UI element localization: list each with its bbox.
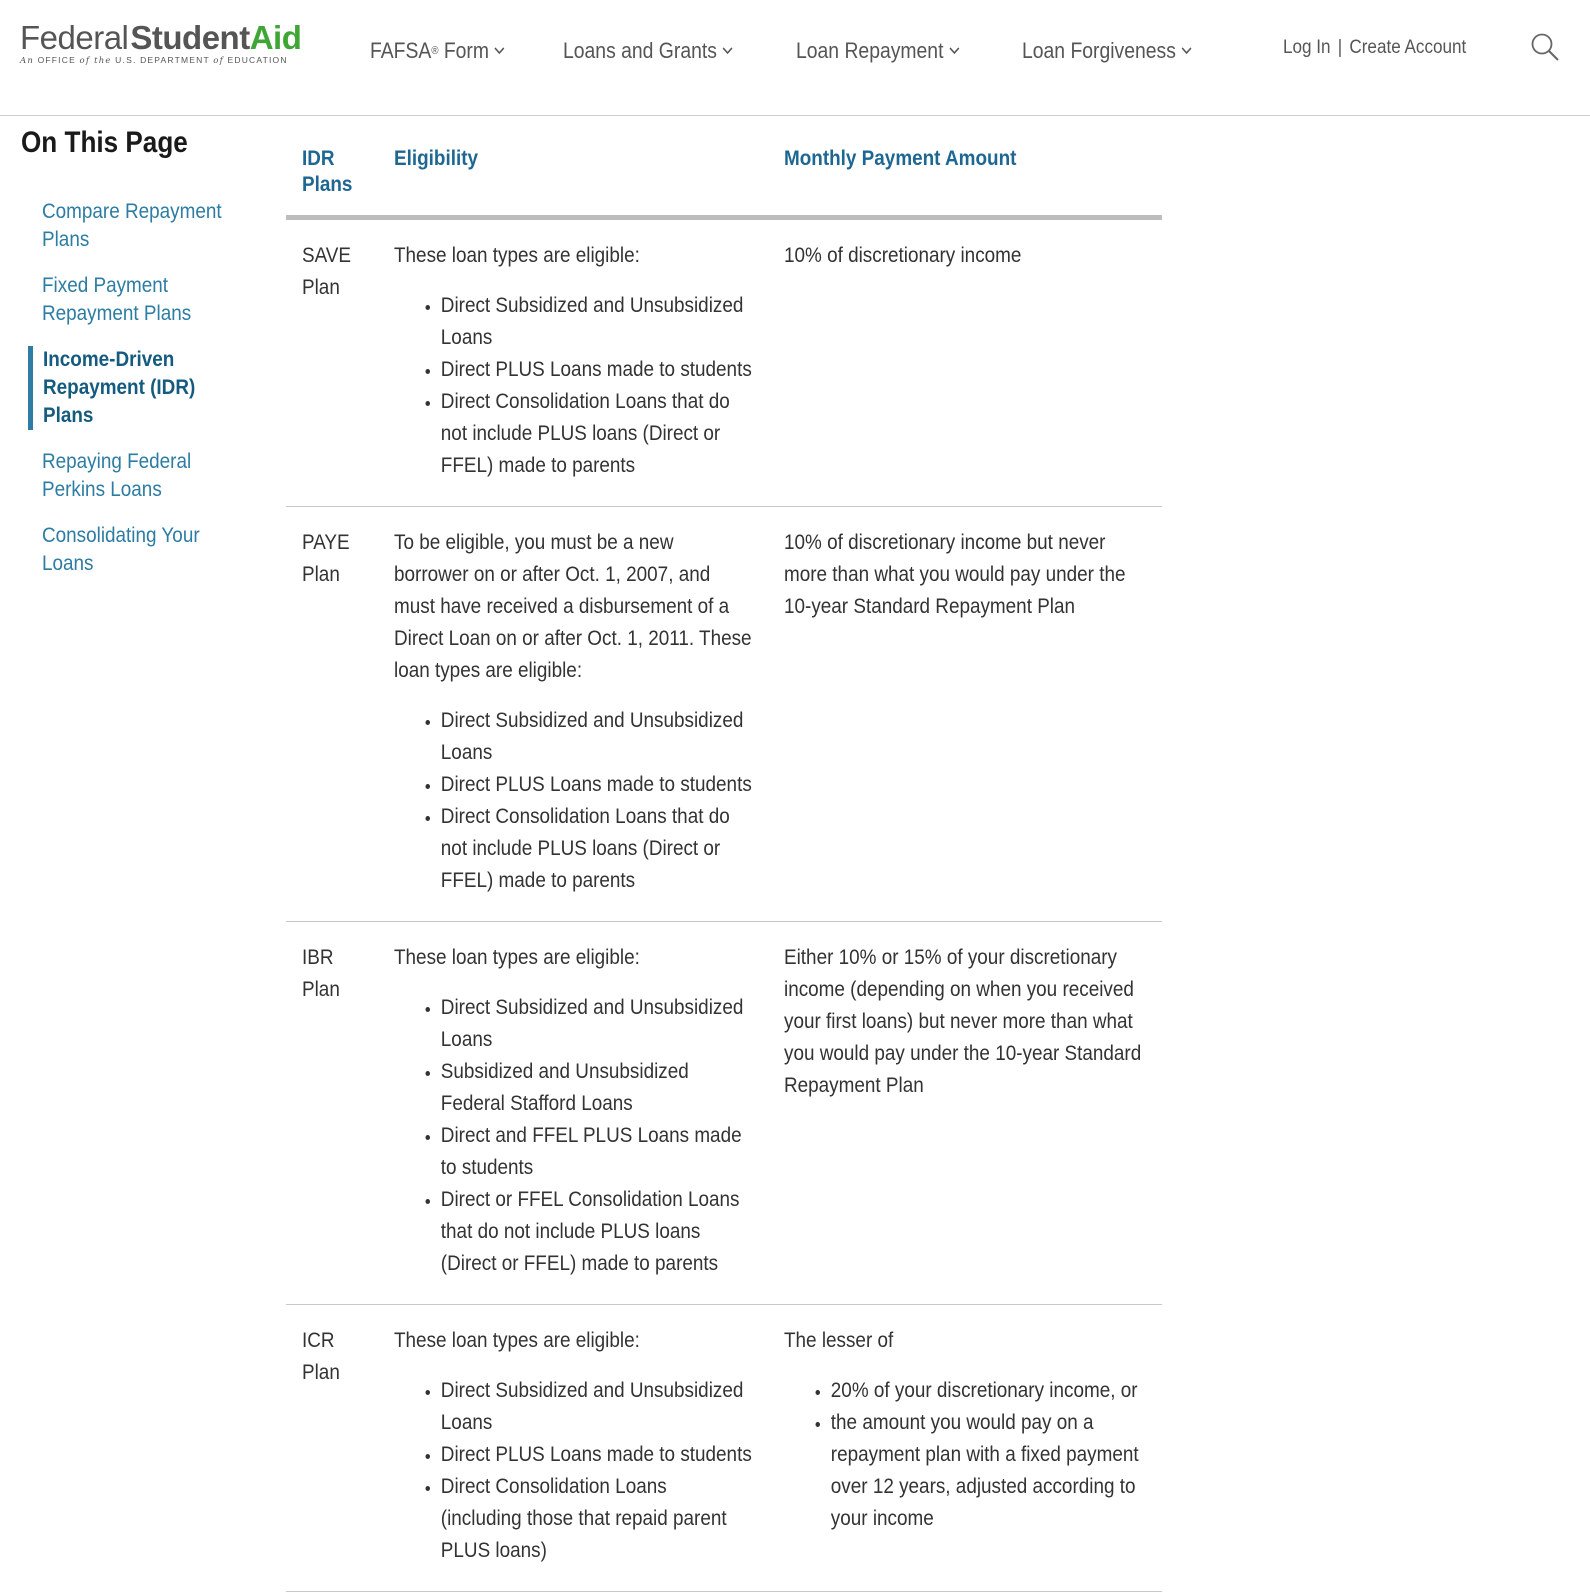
sidebar-item-consolidating-loans[interactable]: Consolidating Your Loans <box>21 522 251 578</box>
federal-student-aid-logo[interactable]: FederalStudentAid An OFFICE of the U.S. … <box>20 19 302 67</box>
list-item: Direct Consolidation Loans (including th… <box>441 1471 752 1567</box>
sidebar-item-perkins-loans[interactable]: Repaying Federal Perkins Loans <box>21 448 251 504</box>
sidebar-item-fixed-payment-plans[interactable]: Fixed Payment Repayment Plans <box>21 272 251 328</box>
list-item: Subsidized and Unsubsidized Federal Staf… <box>441 1056 752 1120</box>
auth-links: Log In | Create Account <box>1283 37 1466 59</box>
eligibility-cell: These loan types are eligible: Direct Su… <box>378 921 769 1305</box>
eligibility-intro: To be eligible, you must be a new borrow… <box>394 531 752 682</box>
sidebar-item-compare-repayment-plans[interactable]: Compare Repayment Plans <box>21 198 251 254</box>
nav-fafsa-form[interactable]: FAFSA ® Form <box>370 38 505 64</box>
eligibility-intro: These loan types are eligible: <box>394 244 640 267</box>
table-header-row: IDR Plans Eligibility Monthly Payment Am… <box>286 130 1162 220</box>
eligibility-list: Direct Subsidized and Unsubsidized Loans… <box>394 290 752 482</box>
logo-tagline: An OFFICE of the U.S. DEPARTMENT of EDUC… <box>20 55 288 66</box>
payment-cell: Either 10% or 15% of your discretionary … <box>768 921 1162 1305</box>
sidebar-list: Compare Repayment Plans Fixed Payment Re… <box>21 198 251 578</box>
on-this-page-sidebar: On This Page Compare Repayment Plans Fix… <box>21 126 251 596</box>
list-item: Direct Consolidation Loans that do not i… <box>441 386 752 482</box>
create-account-link[interactable]: Create Account <box>1349 37 1466 58</box>
list-item: Direct PLUS Loans made to students <box>441 1439 752 1471</box>
plan-cell: SAVE Plan <box>286 217 378 507</box>
list-item: Direct PLUS Loans made to students <box>441 769 752 801</box>
list-item: Direct or FFEL Consolidation Loans that … <box>441 1184 752 1280</box>
eligibility-cell: These loan types are eligible: Direct Su… <box>378 217 769 507</box>
idr-plans-table-container: IDR Plans Eligibility Monthly Payment Am… <box>286 130 1460 1592</box>
eligibility-cell: To be eligible, you must be a new borrow… <box>378 506 769 922</box>
list-item: Direct PLUS Loans made to students <box>441 354 752 386</box>
eligibility-cell: These loan types are eligible: Direct Su… <box>378 1304 769 1592</box>
logo-federal: Federal <box>20 19 129 56</box>
chevron-down-icon <box>494 47 505 55</box>
payment-cell: 10% of discretionary income but never mo… <box>768 506 1162 922</box>
eligibility-list: Direct Subsidized and Unsubsidized Loans… <box>394 1375 752 1567</box>
sidebar-title: On This Page <box>21 126 188 159</box>
table-row: IBR Plan These loan types are eligible: … <box>286 921 1162 1305</box>
list-item: Direct Subsidized and Unsubsidized Loans <box>441 290 752 354</box>
header-eligibility: Eligibility <box>378 130 769 220</box>
chevron-down-icon <box>1181 47 1192 55</box>
eligibility-intro: These loan types are eligible: <box>394 1329 640 1352</box>
plan-cell: IBR Plan <box>286 921 378 1305</box>
eligibility-list: Direct Subsidized and Unsubsidized Loans… <box>394 992 752 1280</box>
nav-loan-repayment[interactable]: Loan Repayment <box>796 38 960 64</box>
list-item: Direct and FFEL PLUS Loans made to stude… <box>441 1120 752 1184</box>
payment-text: The lesser of <box>784 1329 894 1352</box>
payment-cell: 10% of discretionary income <box>768 217 1162 507</box>
eligibility-list: Direct Subsidized and Unsubsidized Loans… <box>394 705 752 897</box>
nav-loans-and-grants[interactable]: Loans and Grants <box>563 38 733 64</box>
list-item: Direct Subsidized and Unsubsidized Loans <box>441 992 752 1056</box>
payment-text: 10% of discretionary income but never mo… <box>784 531 1126 618</box>
list-item: the amount you would pay on a repayment … <box>831 1407 1146 1535</box>
logo-aid: Aid <box>249 19 302 56</box>
sidebar-item-idr-plans[interactable]: Income-Driven Repayment (IDR) Plans <box>28 346 251 430</box>
main-nav: FAFSA ® Form Loans and Grants Loan Repaym… <box>370 38 1255 64</box>
payment-cell: The lesser of 20% of your discretionary … <box>768 1304 1162 1592</box>
search-icon[interactable] <box>1530 32 1560 62</box>
log-in-link[interactable]: Log In <box>1283 37 1331 58</box>
chevron-down-icon <box>949 47 960 55</box>
payment-list: 20% of your discretionary income, or the… <box>784 1375 1145 1535</box>
nav-loan-forgiveness[interactable]: Loan Forgiveness <box>1022 38 1192 64</box>
payment-text: Either 10% or 15% of your discretionary … <box>784 946 1142 1097</box>
payment-text: 10% of discretionary income <box>784 244 1022 267</box>
plan-cell: ICR Plan <box>286 1304 378 1592</box>
site-header: FederalStudentAid An OFFICE of the U.S. … <box>0 0 1590 116</box>
idr-plans-table: IDR Plans Eligibility Monthly Payment Am… <box>286 130 1162 1592</box>
table-row: ICR Plan These loan types are eligible: … <box>286 1304 1162 1592</box>
logo-student: Student <box>130 19 250 56</box>
eligibility-intro: These loan types are eligible: <box>394 946 640 969</box>
list-item: Direct Subsidized and Unsubsidized Loans <box>441 1375 752 1439</box>
header-monthly-payment: Monthly Payment Amount <box>768 130 1162 220</box>
table-row: SAVE Plan These loan types are eligible:… <box>286 217 1162 507</box>
table-row: PAYE Plan To be eligible, you must be a … <box>286 506 1162 922</box>
header-idr-plans: IDR Plans <box>286 130 378 220</box>
plan-cell: PAYE Plan <box>286 506 378 922</box>
auth-separator: | <box>1337 37 1343 58</box>
chevron-down-icon <box>722 47 733 55</box>
list-item: Direct Subsidized and Unsubsidized Loans <box>441 705 752 769</box>
list-item: 20% of your discretionary income, or <box>831 1375 1146 1407</box>
list-item: Direct Consolidation Loans that do not i… <box>441 801 752 897</box>
